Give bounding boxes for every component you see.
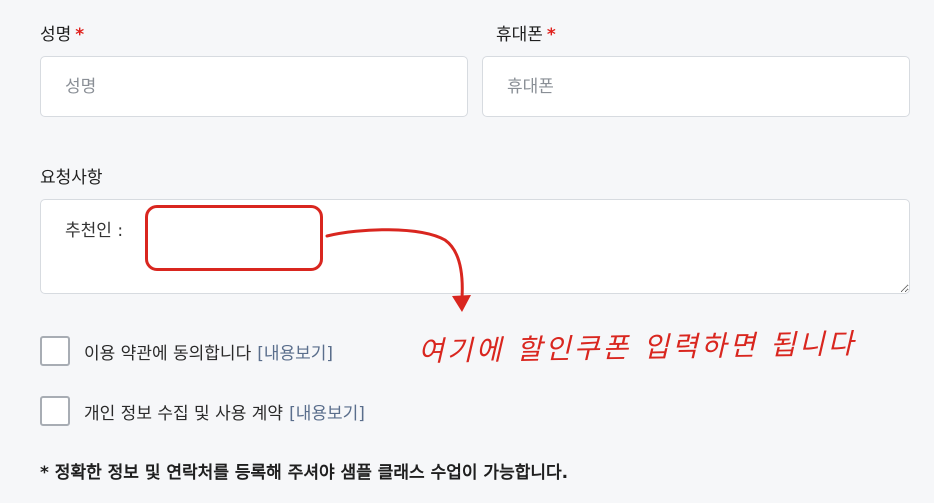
phone-label: 휴대폰 * bbox=[496, 20, 556, 45]
phone-required-mark: * bbox=[546, 25, 556, 45]
terms-view-link[interactable]: [내용보기] bbox=[257, 339, 333, 364]
phone-label-text: 휴대폰 bbox=[496, 25, 543, 45]
privacy-row: 개인 정보 수집 및 사용 계약 [내용보기] bbox=[40, 396, 365, 426]
terms-checkbox[interactable] bbox=[40, 336, 70, 366]
name-input[interactable] bbox=[40, 56, 468, 117]
phone-input[interactable] bbox=[482, 56, 910, 117]
annotation-handwritten-text: 여기에 할인쿠폰 입력하면 됩니다 bbox=[417, 327, 857, 368]
name-label: 성명 * bbox=[40, 20, 84, 45]
privacy-view-link[interactable]: [내용보기] bbox=[289, 399, 365, 424]
terms-row: 이용 약관에 동의합니다 [내용보기] bbox=[40, 336, 333, 366]
notice-text: * 정확한 정보 및 연락처를 등록해 주셔야 샘플 클래스 수업이 가능합니다… bbox=[40, 463, 569, 483]
terms-label: 이용 약관에 동의합니다 bbox=[84, 343, 252, 364]
name-label-text: 성명 bbox=[40, 25, 72, 45]
name-required-mark: * bbox=[75, 25, 85, 45]
request-label: 요청사항 bbox=[40, 168, 103, 188]
annotation-highlight-box bbox=[145, 205, 323, 271]
privacy-label: 개인 정보 수집 및 사용 계약 bbox=[84, 403, 284, 424]
privacy-checkbox[interactable] bbox=[40, 396, 70, 426]
